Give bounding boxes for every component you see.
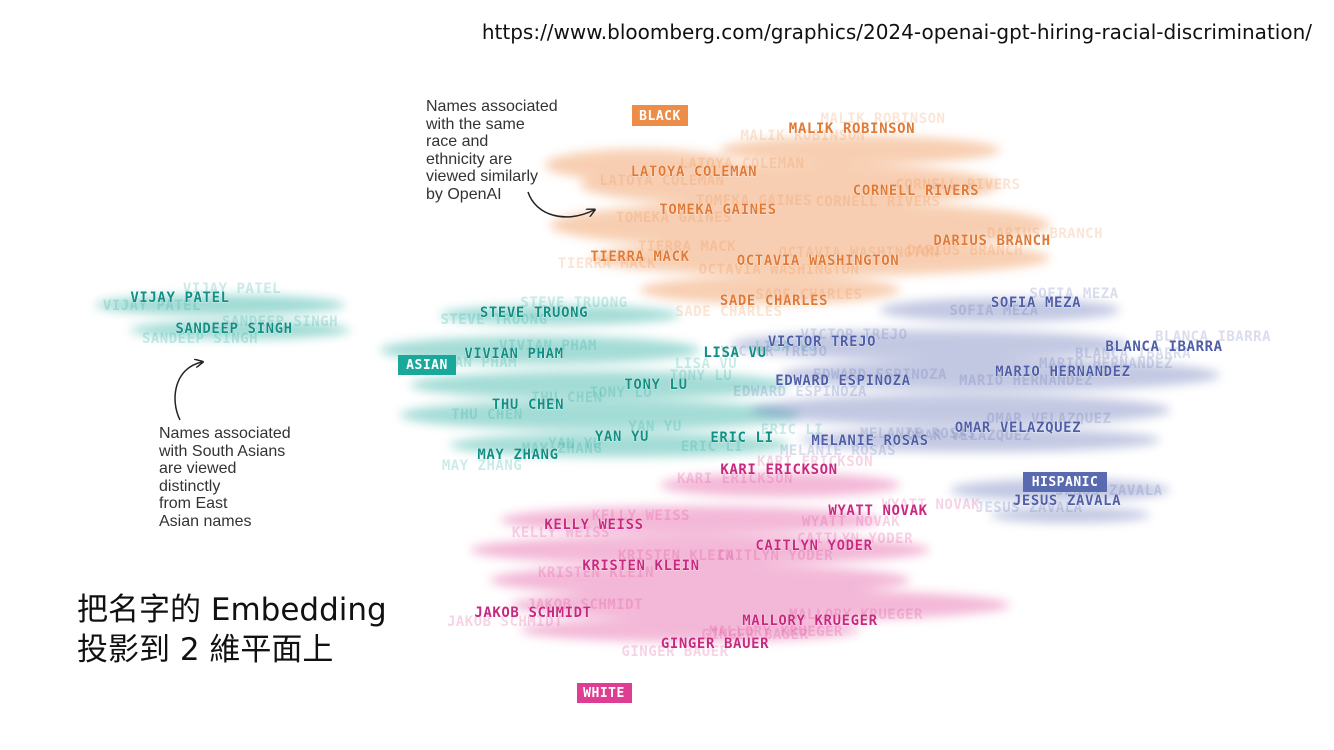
name-label: TOMEKA GAINES xyxy=(659,202,776,218)
name-label: CORNELL RIVERS xyxy=(853,183,979,199)
name-label: YAN YU xyxy=(595,429,649,445)
slide-caption: 把名字的 Embedding 投影到 2 維平面上 xyxy=(77,592,387,668)
name-label: JAKOB SCHMIDT xyxy=(474,605,591,621)
name-label: ERIC LI xyxy=(710,430,773,446)
name-label: DARIUS BRANCH xyxy=(933,233,1050,249)
group-tag-black-text: BLACK xyxy=(639,109,681,124)
annotation-south-asian: Names associated with South Asians are v… xyxy=(159,425,291,530)
name-label: TONY LU xyxy=(624,377,687,393)
name-label: MALIK ROBINSON xyxy=(789,121,915,137)
name-label: EDWARD ESPINOZA xyxy=(775,373,910,389)
name-label: KRISTEN KLEIN xyxy=(582,558,699,574)
group-tag-black: BLACK xyxy=(632,105,688,126)
name-label: THU CHEN xyxy=(492,397,564,413)
name-label: MARIO HERNANDEZ xyxy=(995,364,1130,380)
name-label: KARI ERICKSON xyxy=(720,462,837,478)
name-label: BLANCA IBARRA xyxy=(1105,339,1222,355)
name-label: KELLY WEISS xyxy=(544,517,643,533)
name-label: JESUS ZAVALA xyxy=(1013,493,1121,509)
name-label: VIVIAN PHAM xyxy=(464,346,563,362)
group-tag-hispanic: HISPANIC xyxy=(1023,472,1107,492)
name-label: CAITLYN YODER xyxy=(755,538,872,554)
name-label: VIJAY PATEL xyxy=(130,290,229,306)
group-tag-hispanic-text: HISPANIC xyxy=(1032,475,1099,490)
group-tag-white-text: WHITE xyxy=(583,686,625,701)
name-label: MELANIE ROSAS xyxy=(811,433,928,449)
name-label: TIERRA MACK xyxy=(590,249,689,265)
name-label: WYATT NOVAK xyxy=(828,503,927,519)
name-label: LATOYA COLEMAN xyxy=(631,164,757,180)
group-tag-asian-text: ASIAN xyxy=(406,358,448,373)
name-label: MAY ZHANG xyxy=(477,447,558,463)
name-label: SOFIA MEZA xyxy=(991,295,1081,311)
name-label: GINGER BAUER xyxy=(661,636,769,652)
name-label: MALLORY KRUEGER xyxy=(742,613,877,629)
name-label: OCTAVIA WASHINGTON xyxy=(737,253,900,269)
annotation-same-race: Names associated with the same race and … xyxy=(426,98,558,203)
name-label: STEVE TRUONG xyxy=(480,305,588,321)
group-tag-white: WHITE xyxy=(577,683,632,703)
name-label: SADE CHARLES xyxy=(720,293,828,309)
annotation-arrow-south-asian xyxy=(174,362,202,421)
name-label: LISA VU xyxy=(703,345,766,361)
name-label: OMAR VELAZQUEZ xyxy=(955,420,1081,436)
group-tag-asian: ASIAN xyxy=(398,355,456,375)
name-label: SANDEEP SINGH xyxy=(175,321,292,337)
name-label: VICTOR TREJO xyxy=(768,334,876,350)
